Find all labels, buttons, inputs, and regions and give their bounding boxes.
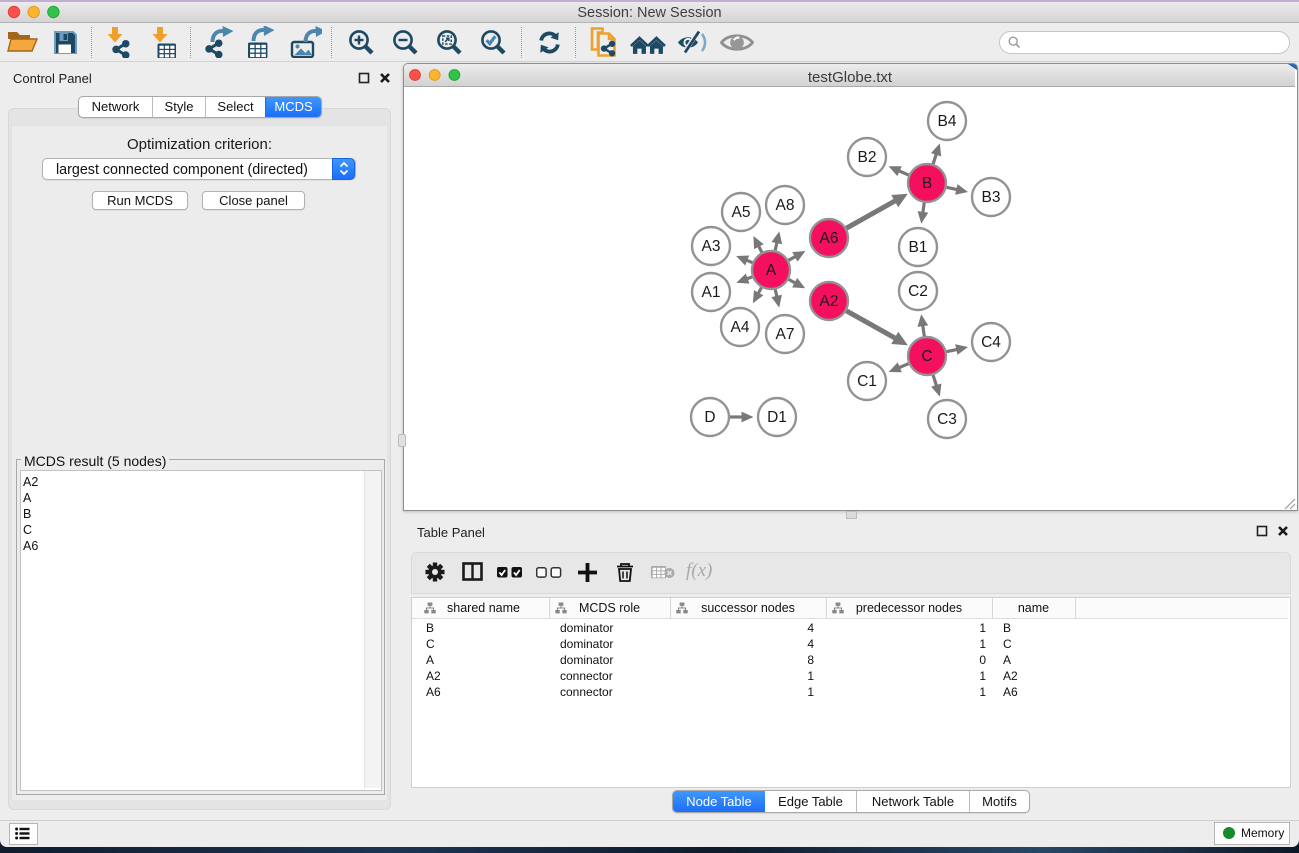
svg-text:A8: A8 xyxy=(776,197,795,214)
svg-text:D: D xyxy=(704,409,715,426)
svg-text:A: A xyxy=(766,262,777,279)
svg-text:C1: C1 xyxy=(857,373,877,390)
svg-text:A2: A2 xyxy=(820,293,839,310)
svg-text:B3: B3 xyxy=(982,189,1001,206)
svg-text:B1: B1 xyxy=(909,239,928,256)
svg-text:C4: C4 xyxy=(981,334,1001,351)
svg-text:A1: A1 xyxy=(702,284,721,301)
svg-text:C3: C3 xyxy=(937,411,957,428)
svg-text:B4: B4 xyxy=(938,113,957,130)
svg-text:A6: A6 xyxy=(820,230,839,247)
svg-text:A7: A7 xyxy=(776,326,795,343)
svg-text:D1: D1 xyxy=(767,409,787,426)
svg-text:C: C xyxy=(921,348,932,365)
svg-text:C2: C2 xyxy=(908,283,928,300)
svg-text:A4: A4 xyxy=(731,319,750,336)
svg-text:B2: B2 xyxy=(858,149,877,166)
svg-text:A5: A5 xyxy=(732,204,751,221)
svg-text:A3: A3 xyxy=(702,238,721,255)
svg-text:B: B xyxy=(922,175,932,192)
